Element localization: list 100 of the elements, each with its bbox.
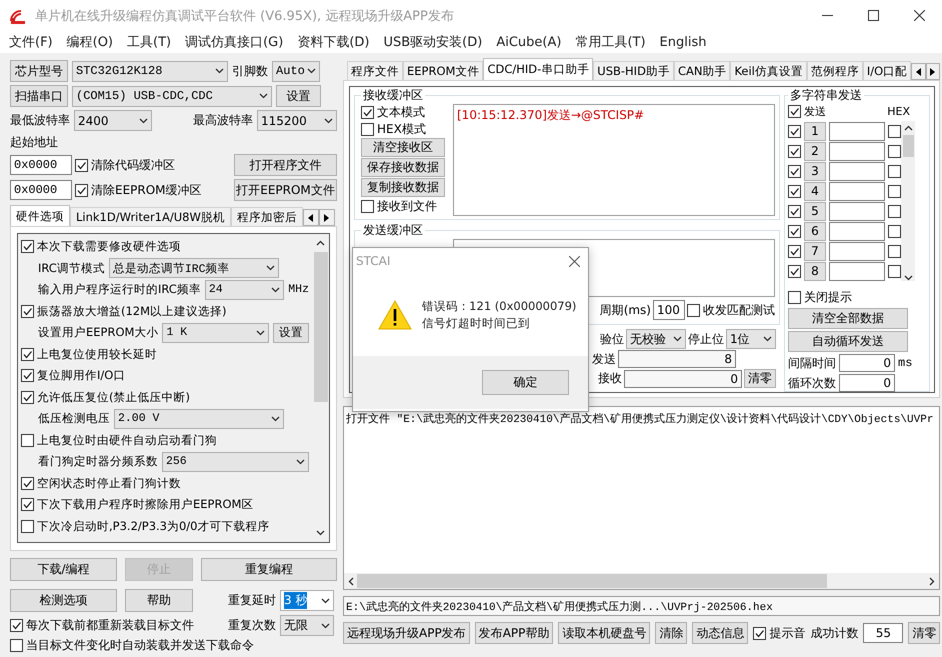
tab-scroll-left-button[interactable] xyxy=(302,209,319,226)
menu-item[interactable]: 调试仿真接口(G) xyxy=(178,33,290,51)
checkbox[interactable] xyxy=(21,348,34,361)
tab[interactable]: Link1D/Writer1A/U8W脱机 xyxy=(70,207,231,226)
ok-button[interactable]: 确定 xyxy=(482,370,569,395)
chip-model-button[interactable]: 芯片型号 xyxy=(10,60,68,82)
receive-button[interactable]: 保存接收数据 xyxy=(361,158,445,177)
tab-scroll-right-button[interactable] xyxy=(318,209,335,226)
tab[interactable]: 程序文件 xyxy=(347,61,403,80)
file-path-field[interactable]: E:\武忠亮的文件夹20230410\产品文档\矿用便携式压力测...\UVPrj-202506.hex xyxy=(343,596,940,616)
checkbox[interactable] xyxy=(888,144,901,158)
checkbox[interactable] xyxy=(21,369,34,382)
checkbox[interactable] xyxy=(888,244,901,258)
checkbox[interactable] xyxy=(21,520,34,533)
checkbox[interactable] xyxy=(361,200,374,212)
dropdown[interactable]: (COM15) USB-CDC,CDC xyxy=(72,86,272,106)
string-field[interactable] xyxy=(829,122,885,140)
checkbox[interactable] xyxy=(21,476,34,490)
open-file-button[interactable]: 打开EEPROM文件 xyxy=(234,179,337,201)
checkbox[interactable] xyxy=(788,204,801,218)
action-button[interactable]: 下载/编程 xyxy=(10,558,117,581)
tab[interactable]: 程序加密后 xyxy=(230,207,303,226)
scan-port-button[interactable]: 扫描串口 xyxy=(10,85,68,107)
clear-button[interactable]: 清零 xyxy=(744,369,776,388)
multi-send-button[interactable]: 清空全部数据 xyxy=(788,308,908,329)
send-string-button[interactable]: 4 xyxy=(804,182,826,200)
toolbar-button[interactable]: 清除 xyxy=(655,622,688,644)
maximize-icon[interactable] xyxy=(868,10,878,21)
send-string-button[interactable]: 2 xyxy=(804,142,826,160)
send-string-button[interactable]: 5 xyxy=(804,202,826,220)
tab[interactable]: 硬件选项 xyxy=(10,205,70,226)
string-field[interactable] xyxy=(829,162,885,180)
send-string-button[interactable]: 8 xyxy=(804,262,826,280)
dropdown[interactable]: 3 秒 xyxy=(280,590,334,611)
dropdown[interactable]: Auto xyxy=(272,60,320,82)
checkbox[interactable] xyxy=(888,264,901,278)
settings-button[interactable]: 设置 xyxy=(276,85,321,107)
tab[interactable]: 范例程序 xyxy=(806,61,863,80)
dropdown[interactable]: 256 xyxy=(162,452,309,472)
checkbox[interactable] xyxy=(888,224,901,238)
tab[interactable]: Keil仿真设置 xyxy=(730,61,807,80)
period-field[interactable]: 100 xyxy=(653,300,685,320)
string-field[interactable] xyxy=(829,242,885,260)
tab-scroll-right-button[interactable] xyxy=(926,63,940,80)
open-file-button[interactable]: 打开程序文件 xyxy=(234,154,337,176)
checkbox[interactable] xyxy=(888,204,901,218)
checkbox[interactable] xyxy=(75,184,88,196)
action-button[interactable]: 检测选项 xyxy=(10,589,117,612)
checkbox[interactable] xyxy=(788,164,801,178)
checkbox[interactable] xyxy=(361,106,374,118)
string-field[interactable] xyxy=(829,142,885,160)
counter-field[interactable]: 8 xyxy=(618,350,736,368)
dropdown[interactable]: 1位 xyxy=(726,329,776,349)
tab[interactable]: CAN助手 xyxy=(674,61,730,80)
checkbox[interactable] xyxy=(21,434,34,447)
tab-scroll-left-button[interactable] xyxy=(911,63,926,80)
checkbox[interactable] xyxy=(788,184,801,198)
checkbox[interactable] xyxy=(788,224,801,238)
dropdown[interactable]: 24 xyxy=(204,280,284,300)
string-field[interactable] xyxy=(829,202,885,220)
checkbox[interactable] xyxy=(788,144,801,158)
checkbox[interactable] xyxy=(788,291,801,304)
menu-item[interactable]: 文件(F) xyxy=(2,33,60,51)
send-string-button[interactable]: 6 xyxy=(804,222,826,240)
close-icon[interactable] xyxy=(569,256,580,266)
dropdown[interactable]: 无校验 xyxy=(626,329,686,349)
send-string-button[interactable]: 7 xyxy=(804,242,826,260)
menu-item[interactable]: English xyxy=(652,34,714,50)
checkbox[interactable] xyxy=(10,639,23,652)
toolbar-button[interactable]: 读取本机硬盘号 xyxy=(558,622,650,644)
menu-item[interactable]: USB驱动安装(D) xyxy=(376,33,490,51)
checkbox[interactable] xyxy=(888,124,901,138)
counter-field[interactable]: 0 xyxy=(624,370,742,388)
checkbox[interactable] xyxy=(788,244,801,258)
string-field[interactable] xyxy=(829,222,885,240)
success-count-field[interactable]: 55 xyxy=(863,623,904,643)
dropdown[interactable]: 2.00 V xyxy=(114,408,284,429)
menu-item[interactable]: AiCube(A) xyxy=(489,34,568,50)
toolbar-button[interactable]: 远程现场升级APP发布 xyxy=(343,622,470,644)
receive-button[interactable]: 复制接收数据 xyxy=(361,178,445,197)
receive-button[interactable]: 清空接收区 xyxy=(361,138,445,157)
checkbox[interactable] xyxy=(21,240,34,254)
address-field[interactable]: 0x0000 xyxy=(10,180,72,200)
checkbox[interactable] xyxy=(753,626,766,640)
checkbox[interactable] xyxy=(888,184,901,198)
tab[interactable]: EEPROM文件 xyxy=(403,61,484,80)
dropdown[interactable]: 无限 xyxy=(280,615,334,636)
menu-item[interactable]: 编程(O) xyxy=(60,33,120,51)
checkbox[interactable] xyxy=(788,124,801,138)
loop-count-field[interactable]: 0 xyxy=(839,374,895,392)
dropdown[interactable]: 2400 xyxy=(74,110,152,131)
dropdown[interactable]: STC32G12K128 xyxy=(72,60,228,82)
checkbox[interactable] xyxy=(75,158,88,172)
string-field[interactable] xyxy=(829,262,885,280)
menu-item[interactable]: 常用工具(T) xyxy=(568,33,653,51)
interval-field[interactable]: 0 xyxy=(839,354,895,372)
send-string-button[interactable]: 3 xyxy=(804,162,826,180)
tab[interactable]: I/O口配 xyxy=(862,61,912,80)
action-button[interactable]: 帮助 xyxy=(125,589,193,612)
checkbox[interactable] xyxy=(361,122,374,136)
